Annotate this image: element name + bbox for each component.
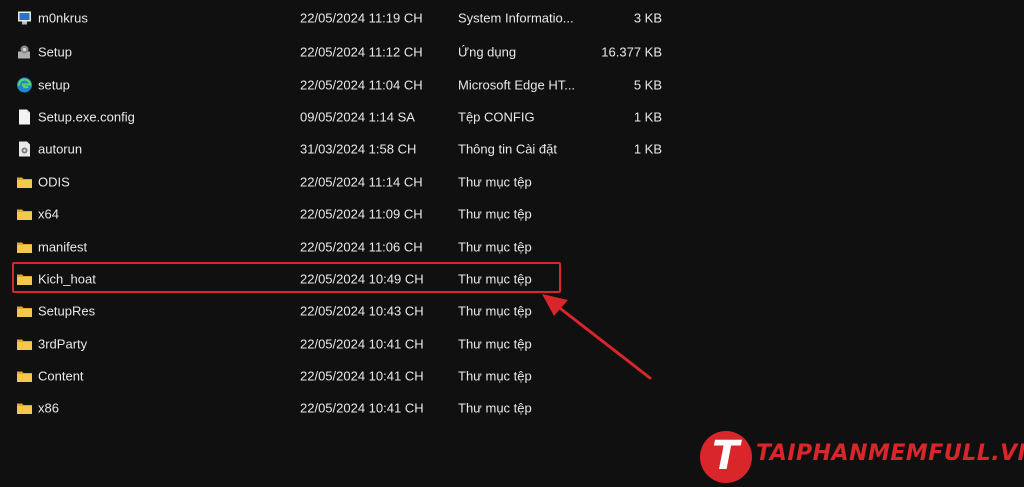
folder-icon — [16, 238, 33, 255]
folder-icon — [16, 303, 33, 320]
file-date-modified: 31/03/2024 1:58 CH — [300, 141, 417, 157]
file-date-modified: 22/05/2024 11:19 CH — [300, 10, 423, 26]
file-name: 3rdParty — [38, 336, 88, 352]
file-type: System Informatio... — [458, 10, 574, 26]
watermark-text: TAIPHANMEMFULL.VN — [756, 441, 1024, 466]
file-date-modified: 22/05/2024 11:06 CH — [300, 239, 423, 255]
file-date-modified: 22/05/2024 11:04 CH — [300, 77, 423, 93]
file-date-modified: 22/05/2024 10:43 CH — [300, 303, 424, 319]
file-row-setup-exe-config[interactable]: Setup.exe.config 09/05/2024 1:14 SA Tệp CO… — [0, 101, 700, 133]
file-type: Thư mục tệp — [458, 206, 532, 222]
file-row-kich-hoat[interactable]: Kich_hoat 22/05/2024 10:49 CH Thư mục tệp — [0, 263, 700, 295]
file-size: 3 KB — [633, 10, 662, 26]
file-name: manifest — [38, 239, 88, 255]
file-size: 5 KB — [633, 77, 662, 93]
file-date-modified: 22/05/2024 11:12 CH — [300, 44, 423, 60]
folder-icon — [16, 206, 33, 223]
file-row-manifest[interactable]: manifest 22/05/2024 11:06 CH Thư mục tệp — [0, 230, 700, 262]
file-row-setup[interactable]: setup 22/05/2024 11:04 CH Microsoft Edge H… — [0, 68, 700, 100]
file-name: SetupRes — [38, 303, 96, 319]
file-row-odis[interactable]: ODIS 22/05/2024 11:14 CH Thư mục tệp — [0, 166, 700, 198]
file-row-x86[interactable]: x86 22/05/2024 10:41 CH Thư mục tệp — [0, 392, 700, 424]
file-name: x64 — [38, 206, 59, 222]
watermark-letter: T — [712, 433, 740, 479]
file-type: Thông tin Cài đặt — [458, 141, 558, 157]
file-row-x64[interactable]: x64 22/05/2024 11:09 CH Thư mục tệp — [0, 198, 700, 230]
folder-icon — [16, 270, 33, 287]
file-explorer-viewport: m0nkrus 22/05/2024 11:19 CH System Informa… — [0, 0, 1024, 487]
file-name: ODIS — [38, 174, 70, 190]
folder-icon — [16, 368, 33, 385]
folder-icon — [16, 173, 33, 190]
file-date-modified: 09/05/2024 1:14 SA — [300, 109, 415, 125]
file-name: x86 — [38, 400, 59, 416]
file-date-modified: 22/05/2024 10:49 CH — [300, 271, 424, 287]
file-type: Thư mục tệp — [458, 239, 532, 255]
file-type: Ứng dụng — [458, 44, 517, 60]
file-row-content[interactable]: Content 22/05/2024 10:41 CH Thư mục tệp — [0, 360, 700, 392]
file-row-m0nkrus[interactable]: m0nkrus 22/05/2024 11:19 CH System Informa… — [0, 0, 700, 36]
file-date-modified: 22/05/2024 10:41 CH — [300, 336, 424, 352]
file-type: Tệp CONFIG — [458, 109, 535, 125]
edge-icon — [16, 76, 33, 93]
file-row-setupres[interactable]: SetupRes 22/05/2024 10:43 CH Thư mục tệp — [0, 295, 700, 327]
watermark-logo: T TAIPHANMEMFULL.VN — [700, 427, 1024, 487]
system-info-file-icon — [16, 10, 33, 27]
file-type: Thư mục tệp — [458, 271, 532, 287]
file-size: 1 KB — [633, 141, 662, 157]
file-date-modified: 22/05/2024 10:41 CH — [300, 368, 424, 384]
folder-icon — [16, 400, 33, 417]
watermark-circle — [700, 431, 752, 483]
file-name: Kich_hoat — [38, 271, 96, 287]
file-row-autorun[interactable]: autorun 31/03/2024 1:58 CH Thông tin Cài đ… — [0, 133, 700, 165]
file-name: Setup.exe.config — [38, 109, 135, 125]
file-type: Thư mục tệp — [458, 336, 532, 352]
setup-app-icon — [16, 44, 33, 61]
file-name: setup — [38, 77, 70, 93]
file-type: Microsoft Edge HT... — [458, 77, 576, 93]
file-type: Thư mục tệp — [458, 174, 532, 190]
folder-icon — [16, 335, 33, 352]
file-date-modified: 22/05/2024 11:09 CH — [300, 206, 423, 222]
file-name: Content — [38, 368, 84, 384]
file-type: Thư mục tệp — [458, 368, 532, 384]
settings-file-icon — [16, 141, 33, 158]
file-name: autorun — [38, 141, 83, 157]
file-row-setup[interactable]: Setup 22/05/2024 11:12 CH Ứng dụng 16.377 K… — [0, 36, 700, 68]
file-list: m0nkrus 22/05/2024 11:19 CH System Informa… — [0, 0, 700, 425]
file-type: Thư mục tệp — [458, 303, 532, 319]
file-name: Setup — [38, 44, 72, 60]
file-date-modified: 22/05/2024 10:41 CH — [300, 400, 424, 416]
file-name: m0nkrus — [38, 10, 88, 26]
file-type: Thư mục tệp — [458, 400, 532, 416]
file-date-modified: 22/05/2024 11:14 CH — [300, 174, 423, 190]
file-size: 1 KB — [633, 109, 662, 125]
file-size: 16.377 KB — [601, 44, 662, 60]
document-icon — [16, 108, 33, 125]
file-row-3rdparty[interactable]: 3rdParty 22/05/2024 10:41 CH Thư mục tệp — [0, 328, 700, 360]
